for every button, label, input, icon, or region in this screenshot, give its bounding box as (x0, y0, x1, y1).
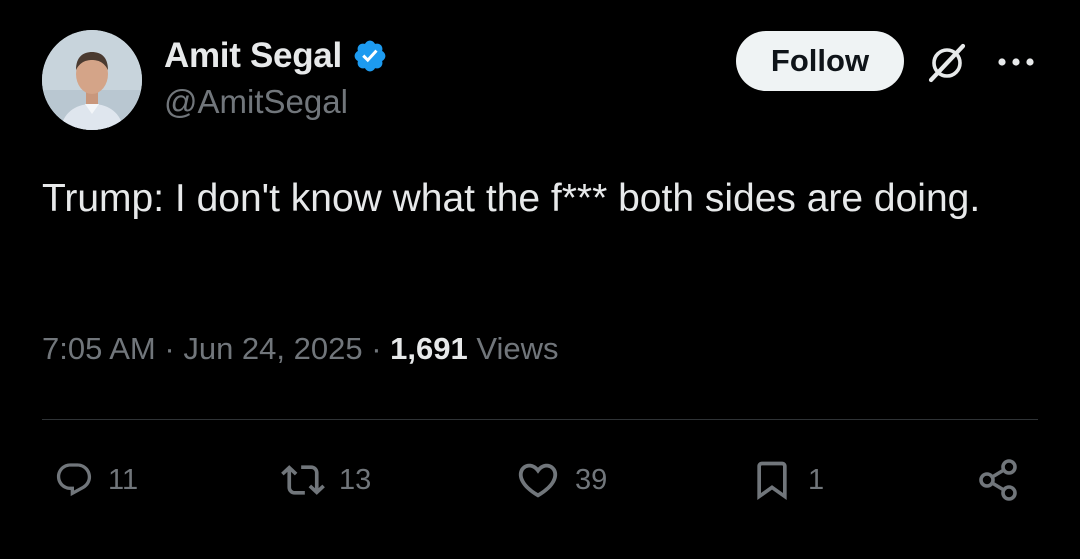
bookmark-count: 1 (808, 463, 825, 496)
author-name-row: Amit Segal (164, 32, 388, 80)
heart-icon (518, 463, 558, 498)
avatar[interactable] (42, 30, 142, 130)
like-button[interactable]: 39 (515, 456, 607, 504)
verified-badge-icon (354, 40, 386, 72)
views-count: 1,691 (390, 331, 468, 366)
like-count: 39 (575, 463, 608, 496)
grok-icon[interactable] (926, 42, 968, 84)
reply-button[interactable]: 11 (54, 456, 138, 504)
author-display-name[interactable]: Amit Segal (164, 36, 342, 76)
tweet-date[interactable]: Jun 24, 2025 (183, 331, 362, 366)
repost-button[interactable]: 13 (281, 456, 371, 504)
views-label: Views (476, 331, 559, 366)
share-button[interactable] (976, 456, 1022, 504)
repost-icon (281, 465, 325, 495)
tweet-text: Trump: I don't know what the f*** both s… (42, 177, 981, 220)
bookmark-button[interactable]: 1 (750, 456, 824, 504)
more-horizontal-icon[interactable] (996, 50, 1036, 74)
reply-icon (56, 463, 92, 497)
bookmark-icon (757, 461, 787, 501)
tweet-meta: 7:05 AM · Jun 24, 2025 · 1,691 Views (42, 331, 559, 367)
share-icon (979, 459, 1017, 501)
repost-count: 13 (339, 463, 372, 496)
follow-button[interactable]: Follow (736, 31, 904, 91)
divider (42, 419, 1038, 420)
meta-separator: · (164, 331, 175, 366)
meta-separator: · (371, 331, 382, 366)
reply-count: 11 (108, 463, 139, 496)
tweet-time[interactable]: 7:05 AM (42, 331, 156, 366)
author-handle[interactable]: @AmitSegal (164, 83, 348, 121)
